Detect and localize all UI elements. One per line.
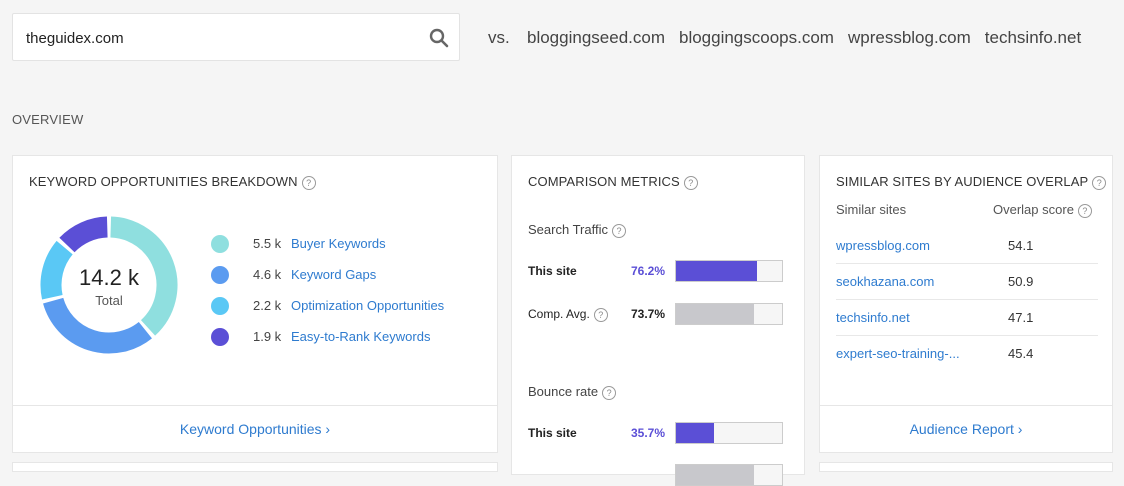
legend-link-easy-to-rank[interactable]: Easy-to-Rank Keywords: [291, 329, 430, 344]
competitor-list: bloggingseed.com bloggingscoops.com wpre…: [527, 28, 1081, 48]
card-title: COMPARISON METRICS?: [528, 174, 698, 190]
card-title-text: KEYWORD OPPORTUNITIES BREAKDOWN: [29, 174, 298, 189]
this-site-bar: [675, 422, 783, 444]
similar-sites-card: SIMILAR SITES BY AUDIENCE OVERLAP? Simil…: [819, 155, 1113, 453]
legend-item: 2.2 k Optimization Opportunities: [211, 290, 444, 321]
help-icon[interactable]: ?: [1092, 175, 1107, 190]
similar-sites-table: wpressblog.com 54.1 seokhazana.com 50.9 …: [836, 228, 1098, 371]
overlap-score: 54.1: [1008, 238, 1034, 253]
donut-total-label: Total: [95, 293, 123, 308]
competitor-site[interactable]: bloggingscoops.com: [679, 28, 834, 48]
legend-value: 5.5 k: [253, 236, 282, 251]
donut-segment-3[interactable]: [59, 216, 109, 253]
table-row: seokhazana.com 50.9: [836, 264, 1098, 300]
donut-total-value: 14.2 k: [79, 265, 140, 290]
overlap-score: 45.4: [1008, 346, 1034, 361]
card-title: SIMILAR SITES BY AUDIENCE OVERLAP?: [836, 174, 1107, 190]
help-icon[interactable]: ?: [683, 175, 698, 190]
help-icon[interactable]: ?: [301, 175, 316, 190]
competitor-site[interactable]: techsinfo.net: [985, 28, 1081, 48]
comp-avg-bar: [675, 303, 783, 325]
legend-value: 2.2 k: [253, 298, 282, 313]
legend-dot: [211, 234, 229, 253]
metric-label-search-traffic: Search Traffic?: [528, 222, 626, 238]
this-site-value: 76.2%: [630, 264, 665, 278]
similar-site-link[interactable]: techsinfo.net: [836, 310, 1008, 325]
legend-item: 4.6 k Keyword Gaps: [211, 259, 444, 290]
table-row: expert-seo-training-... 45.4: [836, 336, 1098, 371]
search-icon[interactable]: [429, 28, 449, 48]
comp-avg-value: 73.7%: [630, 307, 665, 321]
card-title: KEYWORD OPPORTUNITIES BREAKDOWN?: [29, 174, 316, 190]
bar-fill: [676, 465, 755, 485]
bar-fill: [676, 423, 714, 443]
similar-site-link[interactable]: wpressblog.com: [836, 238, 1008, 253]
this-site-value: 35.7%: [630, 426, 665, 440]
next-card-edge: [12, 462, 498, 472]
bar-fill: [676, 304, 755, 324]
legend-link-optimization[interactable]: Optimization Opportunities: [291, 298, 444, 313]
overlap-score: 50.9: [1008, 274, 1034, 289]
similar-site-link[interactable]: expert-seo-training-...: [836, 346, 1008, 361]
section-title: OVERVIEW: [12, 112, 84, 127]
legend: 5.5 k Buyer Keywords 4.6 k Keyword Gaps …: [211, 228, 444, 352]
competitor-site[interactable]: wpressblog.com: [848, 28, 971, 48]
competitor-site[interactable]: bloggingseed.com: [527, 28, 665, 48]
help-icon[interactable]: ?: [602, 385, 617, 400]
card-title-text: COMPARISON METRICS: [528, 174, 680, 189]
keyword-opportunities-card: KEYWORD OPPORTUNITIES BREAKDOWN? 14.2 k …: [12, 155, 498, 453]
this-site-bar: [675, 260, 783, 282]
metric-label-text: Search Traffic: [528, 222, 608, 237]
column-header-score: Overlap score?: [993, 202, 1092, 218]
legend-link-keyword-gaps[interactable]: Keyword Gaps: [291, 267, 376, 282]
row-label-this-site: This site: [528, 264, 577, 278]
vs-label: vs.: [488, 28, 510, 47]
column-header-site: Similar sites: [836, 202, 907, 217]
help-icon[interactable]: ?: [611, 223, 626, 238]
table-row: techsinfo.net 47.1: [836, 300, 1098, 336]
row-label-this-site: This site: [528, 426, 577, 440]
table-row: wpressblog.com 54.1: [836, 228, 1098, 264]
legend-dot: [211, 296, 229, 315]
row-label-comp-avg: Comp. Avg.?: [528, 307, 608, 322]
legend-value: 4.6 k: [253, 267, 282, 282]
card-title-text: SIMILAR SITES BY AUDIENCE OVERLAP: [836, 174, 1089, 189]
search-input[interactable]: [26, 26, 406, 50]
comparison-metrics-card: COMPARISON METRICS? Search Traffic? This…: [511, 155, 805, 486]
metric-label-text: Bounce rate: [528, 384, 599, 399]
legend-link-buyer-keywords[interactable]: Buyer Keywords: [291, 236, 386, 251]
donut-chart: 14.2 k Total: [40, 216, 178, 354]
comp-avg-bar: [675, 464, 783, 486]
legend-item: 1.9 k Easy-to-Rank Keywords: [211, 321, 444, 352]
similar-site-link[interactable]: seokhazana.com: [836, 274, 1008, 289]
bar-fill: [676, 261, 757, 281]
metric-label-bounce-rate: Bounce rate?: [528, 384, 617, 400]
legend-dot: [211, 265, 229, 284]
column-header-text: Overlap score: [993, 202, 1074, 217]
help-icon[interactable]: ?: [1077, 203, 1092, 218]
legend-item: 5.5 k Buyer Keywords: [211, 228, 444, 259]
overlap-score: 47.1: [1008, 310, 1034, 325]
donut-segment-2[interactable]: [40, 240, 73, 300]
next-card-edge: [819, 462, 1113, 472]
keyword-opportunities-link[interactable]: Keyword Opportunities ›: [13, 405, 497, 452]
row-label-text: Comp. Avg.: [528, 307, 590, 321]
search-box: [12, 13, 460, 61]
legend-dot: [211, 327, 229, 346]
audience-report-link[interactable]: Audience Report ›: [820, 405, 1112, 452]
legend-value: 1.9 k: [253, 329, 282, 344]
